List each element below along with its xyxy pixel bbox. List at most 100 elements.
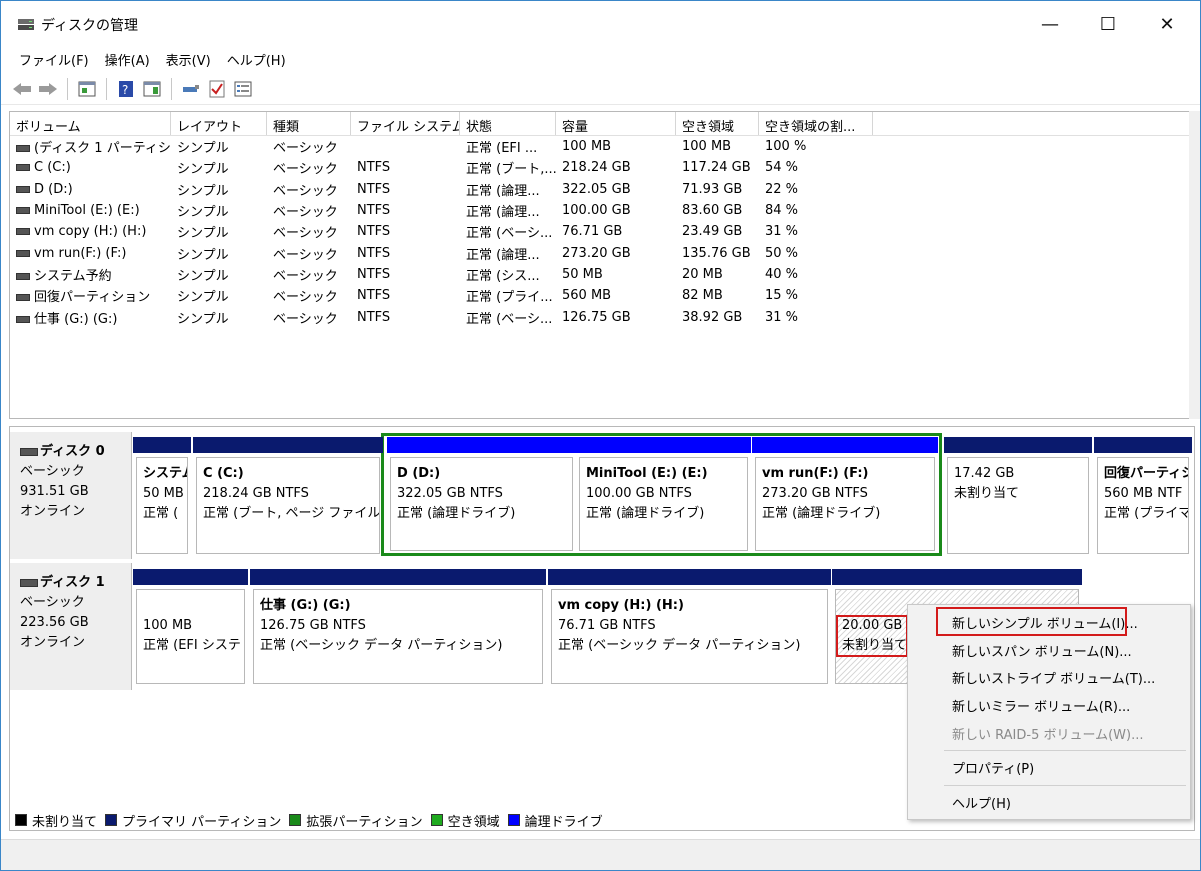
- column-type[interactable]: 種類: [267, 112, 351, 135]
- table-cell: シンプル: [171, 244, 267, 263]
- cell-text: 100 MB: [562, 139, 612, 155]
- table-row[interactable]: C (C:) シンプル ベーシック NTFS 正常 (ブート,... 218.24 GB 1…: [10, 157, 1194, 178]
- partition-recovery[interactable]: 回復パーティシ 560 MB NTF 正常 (プライマ: [1094, 437, 1192, 557]
- cell-text: vm run(F:) (F:): [34, 245, 127, 261]
- cell-text: シンプル: [177, 141, 229, 157]
- check-icon[interactable]: [206, 78, 228, 100]
- partition-body: 17.42 GB 未割り当て: [947, 457, 1089, 554]
- menu-new-spanned-volume[interactable]: 新しいスパン ボリューム(N)...: [908, 637, 1190, 665]
- back-icon[interactable]: [11, 78, 33, 100]
- partition-bar: [832, 569, 1082, 585]
- cell-text: 322.05 GB: [562, 181, 631, 197]
- volume-icon: [16, 294, 30, 302]
- partition-name: 仕事 (G:) (G:): [260, 598, 351, 613]
- properties-icon[interactable]: [141, 78, 163, 100]
- partition-system-reserved[interactable]: システム 50 MB 正常 (: [133, 437, 191, 557]
- partition-g[interactable]: 仕事 (G:) (G:) 126.75 GB NTFS 正常 (ベーシック デー…: [250, 569, 546, 687]
- partition-bar: [387, 437, 576, 453]
- rescan-icon[interactable]: [180, 78, 202, 100]
- list-icon[interactable]: [232, 78, 254, 100]
- cell-text: 84 %: [765, 203, 799, 219]
- partition-f[interactable]: vm run(F:) (F:) 273.20 GB NTFS 正常 (論理ドライ…: [752, 437, 938, 554]
- menu-file[interactable]: ファイル(F): [11, 47, 97, 71]
- partition-status: 未割り当て: [954, 486, 1020, 501]
- partition-c[interactable]: C (C:) 218.24 GB NTFS 正常 (ブート, ページ ファイル,…: [193, 437, 383, 557]
- disk-1-type: ベーシック: [20, 595, 85, 610]
- partition-size: 126.75 GB NTFS: [260, 618, 366, 633]
- cell-text: 117.24 GB: [682, 160, 751, 176]
- legend-free-space: 空き領域: [430, 811, 500, 830]
- table-cell: ベーシック: [267, 158, 351, 177]
- menu-properties[interactable]: プロパティ(P): [908, 754, 1190, 782]
- close-button[interactable]: ✕: [1138, 1, 1196, 47]
- table-cell: ベーシック: [267, 180, 351, 199]
- partition-d[interactable]: D (D:) 322.05 GB NTFS 正常 (論理ドライブ): [387, 437, 576, 554]
- cell-text: シンプル: [177, 183, 229, 199]
- cell-text: シンプル: [177, 268, 229, 284]
- menu-new-mirrored-volume[interactable]: 新しいミラー ボリューム(R)...: [908, 692, 1190, 720]
- table-cell: NTFS: [351, 246, 460, 261]
- cell-text: 正常 (ベーシ...: [466, 226, 553, 242]
- cell-text: 83.60 GB: [682, 203, 743, 219]
- table-cell: 20 MB: [676, 267, 759, 282]
- table-row[interactable]: vm run(F:) (F:) シンプル ベーシック NTFS 正常 (論理... 273…: [10, 242, 1194, 263]
- column-file-system[interactable]: ファイル システム: [351, 112, 460, 135]
- column-status[interactable]: 状態: [460, 112, 556, 135]
- cell-text: NTFS: [357, 309, 391, 325]
- volume-list[interactable]: ボリューム レイアウト 種類 ファイル システム 状態 容量 空き領域 空き領域…: [9, 111, 1195, 419]
- partition-h[interactable]: vm copy (H:) (H:) 76.71 GB NTFS 正常 (ベーシッ…: [548, 569, 831, 687]
- legend-swatch: [507, 814, 520, 826]
- column-volume[interactable]: ボリューム: [10, 112, 171, 135]
- menu-view[interactable]: 表示(V): [158, 47, 219, 71]
- table-cell: 84 %: [759, 203, 873, 218]
- maximize-button[interactable]: ☐: [1079, 1, 1137, 47]
- menu-action[interactable]: 操作(A): [97, 47, 158, 71]
- disk-0-type: ベーシック: [20, 464, 85, 479]
- column-free-space[interactable]: 空き領域: [676, 112, 759, 135]
- menu-bar: ファイル(F) 操作(A) 表示(V) ヘルプ(H): [1, 47, 1200, 71]
- table-cell: シンプル: [171, 201, 267, 220]
- partition-unallocated-disk0[interactable]: 17.42 GB 未割り当て: [944, 437, 1092, 557]
- table-cell: 322.05 GB: [556, 182, 676, 197]
- partition-status: 正常 (ベーシック データ パーティション): [260, 638, 503, 653]
- cell-text: 50 MB: [562, 266, 603, 282]
- column-capacity[interactable]: 容量: [556, 112, 676, 135]
- cell-text: 560 MB: [562, 288, 612, 304]
- forward-icon[interactable]: [37, 78, 59, 100]
- column-layout[interactable]: レイアウト: [171, 112, 267, 135]
- table-row[interactable]: vm copy (H:) (H:) シンプル ベーシック NTFS 正常 (ベーシ...…: [10, 221, 1194, 242]
- legend-label: 未割り当て: [32, 814, 98, 830]
- table-cell: NTFS: [351, 267, 460, 282]
- menu-help[interactable]: ヘルプ(H): [219, 47, 294, 71]
- cell-text: ベーシック: [273, 183, 338, 199]
- partition-body: システム 50 MB 正常 (: [136, 457, 188, 554]
- table-cell: 正常 (ベーシ...: [460, 308, 556, 327]
- disk-1-label[interactable]: ディスク 1 ベーシック 223.56 GB オンライン: [10, 563, 132, 690]
- context-menu: 新しいシンプル ボリューム(I)... 新しいスパン ボリューム(N)... 新…: [907, 604, 1191, 820]
- console-tree-icon[interactable]: [76, 78, 98, 100]
- minimize-button[interactable]: —: [1021, 1, 1079, 47]
- vertical-scrollbar[interactable]: [1189, 111, 1200, 419]
- table-row[interactable]: MiniTool (E:) (E:) シンプル ベーシック NTFS 正常 (論理...…: [10, 200, 1194, 221]
- partition-bar: [250, 569, 546, 585]
- cell-text: NTFS: [357, 266, 391, 282]
- disk-0-label[interactable]: ディスク 0 ベーシック 931.51 GB オンライン: [10, 432, 132, 559]
- partition-efi[interactable]: 100 MB 正常 (EFI システ: [133, 569, 248, 687]
- disk-icon: [20, 578, 38, 587]
- table-cell: 正常 (論理...: [460, 180, 556, 199]
- table-cell: D (D:): [10, 182, 171, 197]
- table-cell: ベーシック: [267, 308, 351, 327]
- menu-help-item[interactable]: ヘルプ(H): [908, 789, 1190, 817]
- table-row[interactable]: 仕事 (G:) (G:) シンプル ベーシック NTFS 正常 (ベーシ... 126.7…: [10, 306, 1194, 327]
- partition-e[interactable]: MiniTool (E:) (E:) 100.00 GB NTFS 正常 (論理…: [576, 437, 751, 554]
- table-cell: 23.49 GB: [676, 224, 759, 239]
- table-row[interactable]: 回復パーティション シンプル ベーシック NTFS 正常 (プライ... 560 MB 82…: [10, 285, 1194, 306]
- cell-text: 正常 (プライ...: [466, 290, 553, 306]
- table-row[interactable]: システム予約 シンプル ベーシック NTFS 正常 (シス... 50 MB 20 MB 40…: [10, 264, 1194, 285]
- column-free-percent[interactable]: 空き領域の割...: [759, 112, 873, 135]
- table-row[interactable]: (ディスク 1 パーティショ... シンプル ベーシック 正常 (EFI ... 100…: [10, 136, 1194, 157]
- table-cell: ベーシック: [267, 244, 351, 263]
- help-icon[interactable]: ?: [115, 78, 137, 100]
- menu-new-striped-volume[interactable]: 新しいストライプ ボリューム(T)...: [908, 664, 1190, 692]
- table-row[interactable]: D (D:) シンプル ベーシック NTFS 正常 (論理... 322.05 GB 71.…: [10, 179, 1194, 200]
